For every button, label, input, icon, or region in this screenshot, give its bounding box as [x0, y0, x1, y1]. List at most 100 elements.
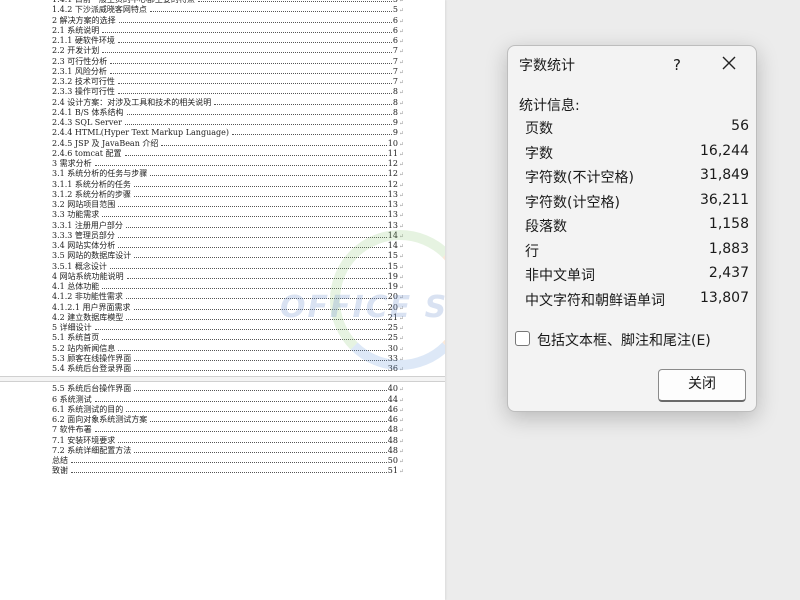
checkbox-box[interactable] [515, 331, 530, 346]
stat-value: 36,211 [700, 191, 749, 208]
toc-entry[interactable]: 5.1 系统首页 25 ↵ [52, 333, 404, 343]
toc-leader-dots [124, 123, 392, 125]
toc-entry[interactable]: 7.1 安装环境要求 48 ↵ [52, 436, 404, 446]
toc-entry[interactable]: 2.4.4 HTML(Hyper Text Markup Language) 9 ↵ [52, 128, 404, 138]
toc-entry[interactable]: 2.3.1 风险分析 7 ↵ [52, 67, 404, 77]
toc-entry[interactable]: 6.2 面向对象系统测试方案 46 ↵ [52, 415, 404, 425]
toc-entry[interactable]: 2.1.1 硬软件环境 6 ↵ [52, 36, 404, 46]
toc-entry-title: 4.2 建立数据库模型 [52, 312, 124, 322]
toc-entry[interactable]: 2 解决方案的选择 6 ↵ [52, 16, 404, 26]
toc-leader-dots [118, 205, 387, 207]
toc-entry[interactable]: 2.4.3 SQL Server 9 ↵ [52, 118, 404, 128]
toc-entry[interactable]: 2.4.6 tomcat 配置 11 ↵ [52, 149, 404, 159]
toc-entry[interactable]: 4.1.2 非功能性需求 20 ↵ [52, 292, 404, 302]
toc-entry[interactable]: 6.1 系统测试的目的 46 ↵ [52, 405, 404, 415]
toc-entry-page: 40 [387, 384, 398, 394]
toc-leader-dots [150, 420, 387, 422]
toc-entry-title: 2.3.3 操作可行性 [52, 87, 115, 97]
toc-entry[interactable]: 3 需求分析 12 ↵ [52, 159, 404, 169]
toc-entry-title: 3.3.1 注册用户部分 [52, 220, 123, 230]
toc-entry[interactable]: 3.3.1 注册用户部分 13 ↵ [52, 221, 404, 231]
dialog-titlebar[interactable]: 字数统计 ? [508, 46, 756, 84]
toc-entry-page: 7 [392, 66, 398, 76]
toc-entry[interactable]: 5 详细设计 25 ↵ [52, 323, 404, 333]
toc-entry[interactable]: 3.3.3 管理员部分 14 ↵ [52, 231, 404, 241]
paragraph-mark-icon: ↵ [398, 120, 404, 127]
toc-entry-title: 2.4 设计方案：对涉及工具和技术的相关说明 [52, 97, 212, 107]
toc-leader-dots [134, 389, 387, 392]
toc-entry[interactable]: 5.2 站内新闻信息 30 ↵ [52, 344, 404, 354]
toc-entry[interactable]: 2.1 系统说明 6 ↵ [52, 26, 404, 36]
toc-entry[interactable]: 2.2 开发计划 7 ↵ [52, 46, 404, 56]
toc-entry[interactable]: 6 系统测试 44 ↵ [52, 395, 404, 405]
toc-entry[interactable]: 3.2 网站项目范围 13 ↵ [52, 200, 404, 210]
toc-entry[interactable]: 3.5 网站的数据库设计 15 ↵ [52, 251, 404, 261]
toc-entry[interactable]: 2.3.3 操作可行性 8 ↵ [52, 87, 404, 97]
toc-leader-dots [118, 21, 392, 23]
toc-entry-title: 2.3.1 风险分析 [52, 66, 107, 76]
toc-entry[interactable]: 总结 50 ↵ [52, 456, 404, 466]
toc-entry[interactable]: 5.3 顾客在线操作界面 33 ↵ [52, 354, 404, 364]
toc-leader-dots [118, 441, 387, 443]
toc-entry[interactable]: 3.5.1 概念设计 15 ↵ [52, 262, 404, 272]
toc-entry-title: 5.3 顾客在线操作界面 [52, 353, 132, 363]
toc-entry-page: 6 [392, 25, 398, 35]
toc-entry[interactable]: 1.4.2 下沙派威晓客网特点 5 ↵ [52, 5, 404, 15]
stat-label: 字数 [525, 145, 553, 162]
toc-entry-page: 12 [387, 179, 398, 189]
paragraph-mark-icon: ↵ [398, 150, 404, 158]
toc-entry[interactable]: 4.1.2.1 用户界面需求 20 ↵ [52, 303, 404, 313]
toc-entry[interactable]: 7.2 系统详细配置方法 48 ↵ [52, 446, 404, 456]
toc-entry-page: 7 [392, 46, 398, 56]
toc-entry-page: 11 [387, 148, 398, 158]
paragraph-mark-icon: ↵ [398, 58, 404, 66]
toc-entry[interactable]: 7 软件布署 48 ↵ [52, 425, 404, 435]
toc-entry[interactable]: 3.1 系统分析的任务与步骤 12 ↵ [52, 169, 404, 179]
toc-entry[interactable]: 3.1.1 系统分析的任务 12 ↵ [52, 180, 404, 190]
close-button[interactable]: 关闭 [658, 369, 746, 402]
toc-entry-page: 48 [387, 445, 398, 455]
toc-entry-title: 3.1 系统分析的任务与步骤 [52, 169, 148, 179]
stat-row: 字数 16,244 [525, 143, 749, 167]
toc-entry[interactable]: 4 网站系统功能说明 19 ↵ [52, 272, 404, 282]
toc-entry-title: 2.2 开发计划 [52, 46, 100, 56]
toc-entry-title: 5.5 系统后台操作界面 [52, 384, 132, 394]
toc-leader-dots [102, 338, 387, 341]
paragraph-mark-icon: ↵ [398, 386, 404, 394]
stat-value: 56 [731, 118, 749, 134]
toc-entry[interactable]: 致谢 51 ↵ [52, 466, 404, 476]
toc-entry[interactable]: 3.3 功能需求 13 ↵ [52, 210, 404, 220]
toc-entry-title: 3.1.1 系统分析的任务 [52, 179, 131, 189]
paragraph-mark-icon: ↵ [398, 304, 404, 312]
toc-entry-page: 12 [387, 169, 398, 179]
toc-entry[interactable]: 5.5 系统后台操作界面 40 ↵ [52, 384, 404, 394]
close-icon[interactable] [715, 52, 743, 78]
toc-entry[interactable]: 3.1.2 系统分析的步骤 13 ↵ [52, 190, 404, 200]
toc-entry[interactable]: 5.4 系统后台登录界面 36 ↵ [52, 364, 404, 374]
toc-entry[interactable]: 4.2 建立数据库模型 21 ↵ [52, 313, 404, 323]
toc-entry-page: 7 [392, 56, 398, 66]
toc-entry[interactable]: 3.4 网站实体分析 14 ↵ [52, 241, 404, 251]
toc-entry-page: 20 [387, 292, 398, 302]
section-label: 统计信息: [519, 98, 580, 114]
document-page: 1.4.1 目前一般主页的中心部主要的特点5↵1.4.2 下沙派威晓客网特点5↵… [0, 0, 445, 600]
toc-entry-page: 6 [392, 15, 398, 25]
page-break [0, 376, 445, 383]
toc-entry[interactable]: 2.4.1 B/S 体系结构 8 ↵ [52, 108, 404, 118]
paragraph-mark-icon: ↵ [398, 447, 404, 455]
toc-entry[interactable]: 4.1 总体功能 19 ↵ [52, 282, 404, 292]
help-button[interactable]: ? [665, 53, 689, 77]
checkbox-label: 包括文本框、脚注和尾注(E) [537, 333, 711, 349]
toc-entry[interactable]: 2.4 设计方案：对涉及工具和技术的相关说明 8 ↵ [52, 98, 404, 108]
stat-label: 非中文单词 [525, 268, 595, 284]
stat-label: 字符数(计空格) [525, 194, 620, 211]
toc-entry[interactable]: 2.4.5 JSP 及 JavaBean 介绍 10 ↵ [52, 139, 404, 149]
toc-entry-page: 8 [392, 87, 398, 97]
paragraph-mark-icon: ↵ [398, 366, 404, 373]
toc-entry-page: 19 [387, 271, 398, 281]
toc-entry[interactable]: 2.3 可行性分析 7 ↵ [52, 57, 404, 67]
stat-value: 13,807 [700, 289, 749, 306]
paragraph-mark-icon: ↵ [398, 191, 404, 199]
toc-entry[interactable]: 2.3.2 技术可行性 7 ↵ [52, 77, 404, 87]
paragraph-mark-icon: ↵ [398, 27, 404, 35]
